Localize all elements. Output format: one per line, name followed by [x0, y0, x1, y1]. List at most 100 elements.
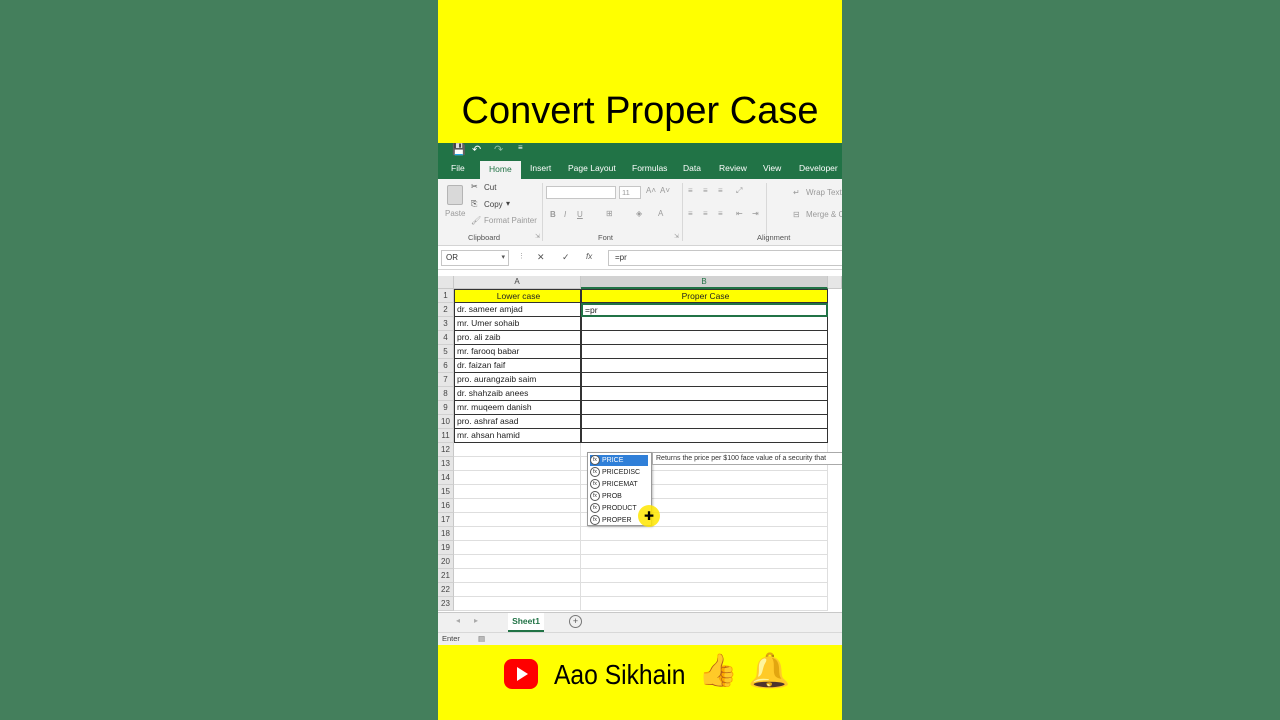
align-top-icon[interactable]: ≡ — [688, 186, 693, 195]
name-cell[interactable]: mr. ahsan hamid — [454, 429, 581, 443]
tab-developer[interactable]: Developer — [799, 163, 838, 173]
name-cell[interactable]: mr. muqeem danish — [454, 401, 581, 415]
row-header[interactable]: 17 — [438, 513, 454, 527]
cancel-entry-button[interactable]: ✕ — [537, 252, 545, 263]
name-cell[interactable]: dr. sameer amjad — [454, 303, 581, 317]
autocomplete-item[interactable]: fx PRICEMAT — [590, 479, 648, 490]
fill-color-icon[interactable]: ◈ — [636, 209, 642, 218]
row-header[interactable]: 16 — [438, 499, 454, 513]
name-cell[interactable]: mr. farooq babar — [454, 345, 581, 359]
align-left-icon[interactable]: ≡ — [688, 209, 693, 218]
bold-button[interactable]: B — [550, 210, 556, 219]
format-painter-icon[interactable]: 🖌 — [471, 216, 481, 225]
row-header[interactable]: 9 — [438, 401, 454, 415]
row-header[interactable]: 13 — [438, 457, 454, 471]
name-box-dropdown-icon[interactable]: ▾ — [501, 251, 505, 265]
column-header-b[interactable]: B — [581, 276, 828, 289]
tab-formulas[interactable]: Formulas — [632, 163, 667, 173]
proper-case-cell[interactable] — [581, 401, 828, 415]
row-header[interactable]: 8 — [438, 387, 454, 401]
name-cell[interactable]: dr. shahzaib anees — [454, 387, 581, 401]
undo-icon[interactable]: ↶ — [472, 143, 481, 156]
font-launcher-icon[interactable]: ⇲ — [674, 233, 679, 240]
orientation-icon[interactable]: ⤢ — [736, 186, 742, 196]
tab-home[interactable]: Home — [480, 161, 521, 179]
row-header[interactable]: 14 — [438, 471, 454, 485]
italic-button[interactable]: I — [564, 210, 566, 219]
empty-cell[interactable] — [454, 457, 581, 471]
merge-center-button[interactable]: Merge & C — [806, 210, 842, 219]
macro-record-icon[interactable]: ▤ — [478, 633, 485, 645]
autocomplete-item[interactable]: fx PRICEDISC — [590, 467, 648, 478]
font-name-combo[interactable] — [546, 186, 616, 199]
borders-icon[interactable]: ⊞ — [606, 209, 613, 218]
name-cell[interactable]: mr. Umer sohaib — [454, 317, 581, 331]
empty-cell[interactable] — [454, 583, 581, 597]
add-sheet-button[interactable]: + — [569, 615, 582, 628]
empty-cell[interactable] — [454, 527, 581, 541]
font-color-icon[interactable]: A — [658, 209, 663, 218]
column-header-c[interactable] — [828, 276, 842, 289]
align-middle-icon[interactable]: ≡ — [703, 186, 708, 195]
scroll-left-icon[interactable]: ◂ — [456, 616, 460, 625]
proper-case-cell[interactable] — [581, 345, 828, 359]
copy-icon[interactable]: ⎘ — [471, 199, 477, 209]
name-cell[interactable]: pro. aurangzaib saim — [454, 373, 581, 387]
empty-cell[interactable] — [581, 527, 828, 541]
name-cell[interactable]: pro. ashraf asad — [454, 415, 581, 429]
insert-function-button[interactable]: fx — [586, 252, 592, 261]
tab-file[interactable]: File — [451, 163, 465, 173]
confirm-entry-button[interactable]: ✓ — [562, 252, 570, 263]
cut-icon[interactable]: ✂ — [471, 182, 478, 191]
clipboard-launcher-icon[interactable]: ⇲ — [535, 233, 540, 240]
empty-cell[interactable] — [454, 499, 581, 513]
row-header[interactable]: 12 — [438, 443, 454, 457]
paste-icon[interactable] — [447, 185, 463, 205]
formula-input[interactable]: =pr — [608, 250, 842, 266]
proper-case-cell[interactable] — [581, 317, 828, 331]
copy-dropdown-icon[interactable]: ▾ — [506, 199, 510, 208]
proper-case-cell[interactable] — [581, 373, 828, 387]
row-header[interactable]: 10 — [438, 415, 454, 429]
empty-cell[interactable] — [454, 541, 581, 555]
proper-case-cell[interactable] — [581, 415, 828, 429]
underline-button[interactable]: U — [577, 210, 583, 219]
tab-page-layout[interactable]: Page Layout — [568, 163, 616, 173]
select-all-corner[interactable] — [438, 276, 454, 289]
row-header[interactable]: 11 — [438, 429, 454, 443]
empty-cell[interactable] — [454, 555, 581, 569]
empty-cell[interactable] — [454, 443, 581, 457]
increase-font-icon[interactable]: A˄ — [646, 186, 656, 195]
row-header[interactable]: 19 — [438, 541, 454, 555]
empty-cell[interactable] — [581, 597, 828, 611]
empty-cell[interactable] — [581, 569, 828, 583]
empty-cell[interactable] — [454, 471, 581, 485]
align-bottom-icon[interactable]: ≡ — [718, 186, 723, 195]
column-header-a[interactable]: A — [454, 276, 581, 289]
name-cell[interactable]: dr. faizan faif — [454, 359, 581, 373]
header-cell-proper-case[interactable]: Proper Case — [581, 289, 828, 303]
row-header[interactable]: 6 — [438, 359, 454, 373]
proper-case-cell[interactable] — [581, 429, 828, 443]
empty-cell[interactable] — [454, 485, 581, 499]
row-header[interactable]: 20 — [438, 555, 454, 569]
format-painter-button[interactable]: Format Painter — [484, 216, 537, 225]
empty-cell[interactable] — [581, 541, 828, 555]
row-header[interactable]: 23 — [438, 597, 454, 611]
header-cell-lower-case[interactable]: Lower case — [454, 289, 581, 303]
tab-view[interactable]: View — [763, 163, 781, 173]
proper-case-cell[interactable] — [581, 331, 828, 345]
empty-cell[interactable] — [454, 569, 581, 583]
autocomplete-item[interactable]: fx PRICE — [590, 455, 648, 466]
redo-icon[interactable]: ↷ — [494, 143, 503, 156]
scroll-right-icon[interactable]: ▸ — [474, 616, 478, 625]
save-icon[interactable]: 💾 — [452, 143, 466, 156]
row-header[interactable]: 1 — [438, 289, 454, 303]
name-box[interactable]: OR ▾ — [441, 250, 509, 266]
empty-cell[interactable] — [581, 583, 828, 597]
wrap-text-button[interactable]: Wrap Text — [806, 188, 842, 197]
empty-cell[interactable] — [454, 597, 581, 611]
paste-button[interactable]: Paste — [445, 209, 465, 218]
font-size-combo[interactable]: 11 — [619, 186, 641, 199]
wrap-text-icon[interactable]: ↵ — [793, 188, 800, 197]
